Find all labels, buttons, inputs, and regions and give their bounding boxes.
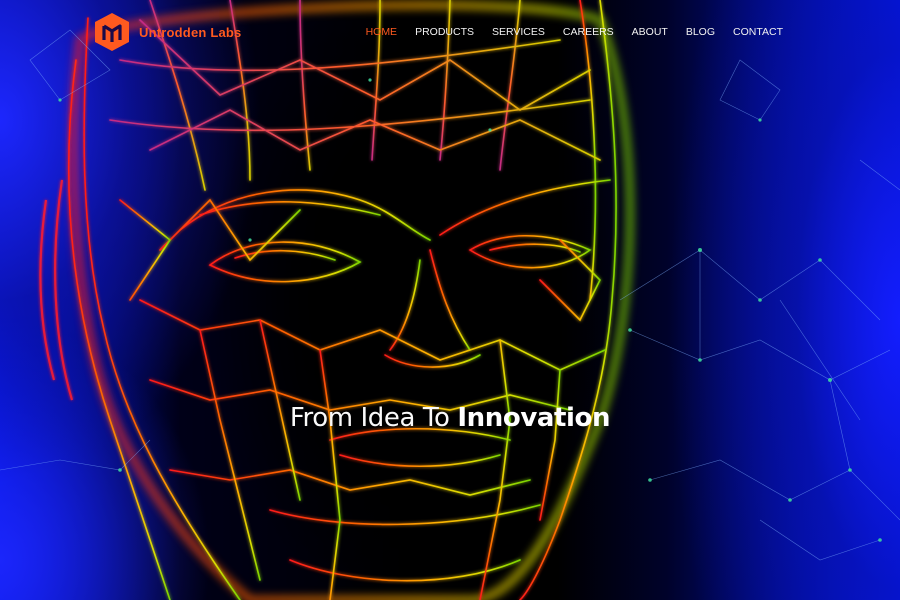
brand-logo-link[interactable]: Untrodden Labs [93,12,241,52]
nav-item-products[interactable]: PRODUCTS [406,26,483,38]
hero-heading-part1: From Idea To [289,403,450,433]
nav-item-contact[interactable]: CONTACT [724,26,792,38]
nav-item-about[interactable]: ABOUT [623,26,677,38]
top-navbar: Untrodden Labs HOME PRODUCTS SERVICES CA… [0,0,900,66]
nav-item-blog[interactable]: BLOG [677,26,724,38]
nav-item-home[interactable]: HOME [357,26,407,38]
hero-heading-part2: Innovation [457,403,611,433]
brand-name: Untrodden Labs [139,24,242,40]
main-nav-menu: HOME PRODUCTS SERVICES CAREERS ABOUT BLO… [357,26,792,38]
untrodden-labs-logo-icon [95,13,129,51]
hero-section: Untrodden Labs HOME PRODUCTS SERVICES CA… [0,0,900,600]
nav-item-services[interactable]: SERVICES [483,26,554,38]
hero-heading: From Idea To Innovation [0,398,900,438]
hero-background-art [0,0,900,600]
nav-item-careers[interactable]: CAREERS [554,26,623,38]
